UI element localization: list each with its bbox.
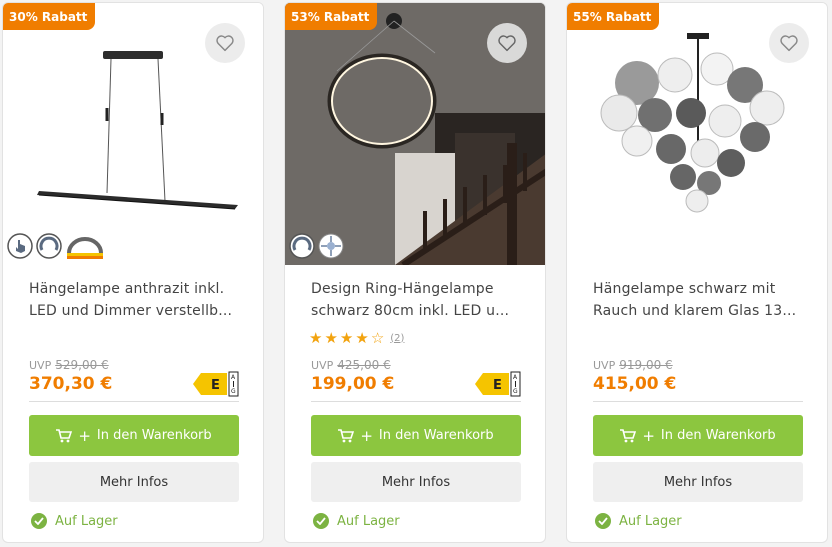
star-full-icon: ★ — [324, 329, 338, 347]
more-info-button[interactable]: Mehr Infos — [593, 462, 803, 502]
sale-price: 370,30 € — [29, 374, 113, 394]
svg-text:G: G — [231, 388, 236, 395]
plus-icon: + — [78, 426, 91, 445]
discount-badge: 55% Rabatt — [567, 3, 660, 30]
product-title[interactable]: Hängelampe anthrazit inkl. LED und Dimme… — [29, 278, 244, 322]
product-card[interactable]: 53% Rabatt Design Ring-Hängelampe schwar… — [284, 2, 546, 543]
check-icon — [31, 513, 47, 529]
stock-status: Auf Lager — [31, 513, 118, 529]
divider — [29, 401, 239, 402]
heart-icon — [216, 35, 234, 52]
check-icon — [595, 513, 611, 529]
svg-text:E: E — [211, 378, 220, 393]
product-title[interactable]: Hängelampe schwarz mit Rauch und klarem … — [593, 278, 808, 322]
feature-icons — [289, 233, 344, 263]
check-icon — [313, 513, 329, 529]
plus-icon: + — [360, 426, 373, 445]
stock-status: Auf Lager — [595, 513, 682, 529]
add-to-cart-button[interactable]: + In den Warenkorb — [29, 415, 239, 456]
uvp-price: UVP 919,00 € — [593, 358, 673, 372]
dimmer-icon — [36, 233, 62, 265]
plus-icon: + — [642, 426, 655, 445]
energy-label[interactable]: E A G — [475, 371, 521, 397]
cart-icon — [338, 428, 355, 442]
cart-icon — [620, 428, 637, 442]
touch-dimmer-icon — [7, 233, 33, 265]
discount-badge: 53% Rabatt — [285, 3, 378, 30]
product-card[interactable]: 30% Rabatt Hängelampe anthrazit inkl. LE… — [2, 2, 264, 543]
energy-label[interactable]: E A G — [193, 371, 239, 397]
stock-status: Auf Lager — [313, 513, 400, 529]
heart-icon — [780, 35, 798, 52]
divider — [593, 401, 803, 402]
product-title[interactable]: Design Ring-Hängelampe schwarz 80cm inkl… — [311, 278, 526, 322]
discount-badge: 30% Rabatt — [3, 3, 96, 30]
heart-icon — [498, 35, 516, 52]
sale-price: 199,00 € — [311, 374, 395, 394]
star-full-icon: ★ — [339, 329, 354, 347]
uvp-price: UVP 529,00 € — [29, 358, 109, 372]
svg-text:E: E — [493, 378, 502, 393]
height-adjustable-icon — [65, 233, 105, 265]
add-to-cart-button[interactable]: + In den Warenkorb — [311, 415, 521, 456]
sale-price: 415,00 € — [593, 374, 677, 394]
star-full-icon: ★ — [309, 329, 323, 347]
divider — [311, 401, 521, 402]
cart-icon — [56, 428, 73, 442]
rating-stars[interactable]: ★ ★ ★ ★ ☆ (2) — [309, 330, 404, 346]
wishlist-button[interactable] — [769, 23, 809, 63]
star-full-icon: ★ — [355, 329, 369, 347]
product-card[interactable]: 55% Rabatt Hängelampe schwarz mit Rauch … — [566, 2, 828, 543]
more-info-button[interactable]: Mehr Infos — [311, 462, 521, 502]
review-count[interactable]: (2) — [390, 333, 404, 344]
dimmer-icon — [289, 233, 315, 263]
uvp-price: UVP 425,00 € — [311, 358, 391, 372]
more-info-button[interactable]: Mehr Infos — [29, 462, 239, 502]
svg-text:G: G — [513, 388, 518, 395]
add-to-cart-button[interactable]: + In den Warenkorb — [593, 415, 803, 456]
star-empty-icon: ☆ — [370, 329, 385, 347]
smart-icon — [318, 233, 344, 263]
feature-icons — [7, 233, 105, 265]
wishlist-button[interactable] — [205, 23, 245, 63]
wishlist-button[interactable] — [487, 23, 527, 63]
